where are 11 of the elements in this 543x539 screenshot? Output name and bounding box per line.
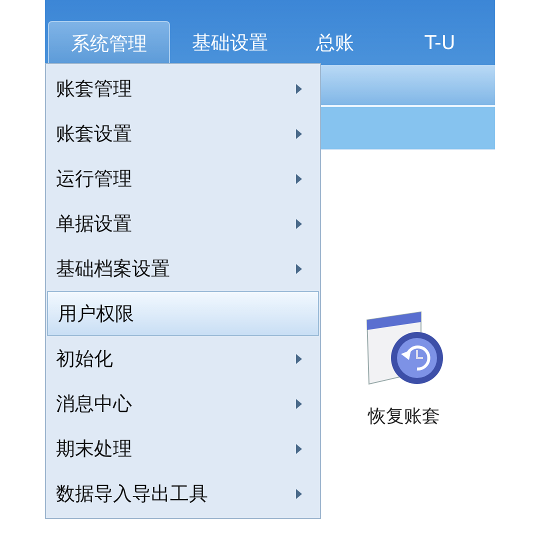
shortcut-label: 恢复账套 <box>368 405 440 428</box>
menu-item[interactable]: 数据导入导出工具 <box>46 471 320 516</box>
menu-item[interactable]: 基础档案设置 <box>46 246 320 291</box>
menu-item[interactable]: 初始化 <box>46 336 320 381</box>
menu-item[interactable]: 消息中心 <box>46 381 320 426</box>
menu-item[interactable]: 用户权限 <box>47 291 319 336</box>
menu-item[interactable]: 期末处理 <box>46 426 320 471</box>
menu-item[interactable]: 单据设置 <box>46 201 320 246</box>
menu-item[interactable]: 账套设置 <box>46 111 320 156</box>
menu-item[interactable]: 账套管理 <box>46 66 320 111</box>
menu-item[interactable]: 运行管理 <box>46 156 320 201</box>
